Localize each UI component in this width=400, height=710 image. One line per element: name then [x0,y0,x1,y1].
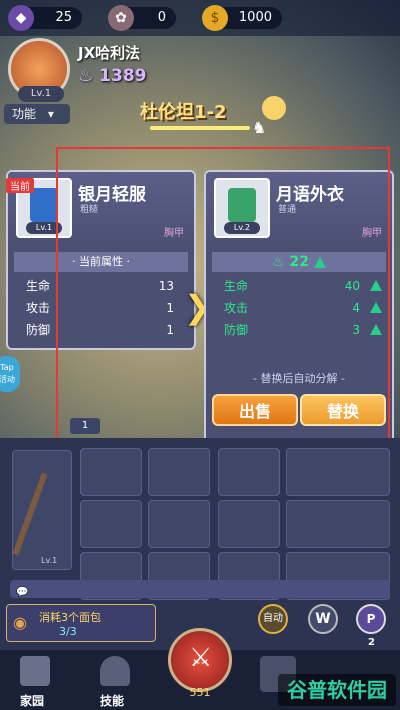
staff-icon [12,472,48,556]
pet-slot[interactable] [286,500,390,548]
hat-slot[interactable] [286,448,390,496]
chest-slot[interactable] [80,500,142,548]
weapon-slot[interactable]: Lv.1 [12,450,72,570]
bread-icon: ◉ [13,613,27,632]
highlight-frame [56,147,390,465]
tap-label: Tap [0,363,14,372]
quest-progress: 3/3 [59,625,77,638]
stage-progress [150,126,250,130]
gloves-slot[interactable] [148,500,210,548]
chevron-down-icon: ▾ [47,107,54,121]
player-level: Lv.1 [18,86,64,102]
hood-icon [100,656,130,686]
tap-event-button[interactable]: Tap 活动 [0,356,20,392]
stage-boss-icon: ♞ [252,118,267,137]
fight-count: 551 [168,686,232,699]
function-menu-button[interactable]: 功能 ▾ [4,104,70,124]
ring-slot[interactable] [218,448,280,496]
gem-counter[interactable]: ◆ 25 [8,5,82,31]
chat-bar[interactable]: 💬 [10,580,390,598]
sun-icon[interactable] [262,96,286,120]
flower-counter[interactable]: ✿ 0 [108,5,176,31]
chat-icon: 💬 [16,587,29,598]
p-icon: P [366,612,376,626]
stat-label: 生命 [26,279,51,293]
quest-title: 消耗3个面包 [39,611,101,624]
helmet-slot[interactable] [80,448,142,496]
w-button[interactable]: W [308,604,338,634]
quest-box[interactable]: ◉ 消耗3个面包 3/3 [6,604,156,642]
flower-icon: ✿ [108,5,134,31]
player-power: ♨ 1389 [78,66,147,86]
nav-skills-label: 技能 [100,694,125,708]
offhand-slot[interactable] [218,500,280,548]
stage-title: 杜伦坦1-2 [140,102,227,123]
robe-icon [30,188,58,222]
auto-button[interactable]: 自动 [258,604,288,634]
nav-home-label: 家园 [20,694,45,708]
function-label: 功能 [12,107,37,121]
tap-sublabel: 活动 [0,375,15,384]
current-badge: 当前 [6,178,34,193]
amulet-slot[interactable] [148,448,210,496]
house-icon [20,656,50,686]
stat-label: 防御 [26,323,51,337]
resource-bar: ◆ 25 ✿ 0 $ 1000 [0,0,400,36]
nav-skills[interactable]: 技能 [90,652,140,708]
weapon-level: Lv.1 [41,556,58,565]
coin-icon: $ [202,5,228,31]
fight-count-value: 551 [189,686,211,699]
fight-button[interactable]: ⚔ [168,628,232,692]
gem-icon: ◆ [8,5,34,31]
coin-counter[interactable]: $ 1000 [202,5,282,31]
gem-count: 25 [55,10,72,25]
p-button[interactable]: P 2 [356,604,386,648]
auto-label: 自动 [263,613,283,624]
player-name: JX哈利法 [78,44,141,62]
w-label: W [315,611,331,627]
stat-label: 攻击 [26,301,51,315]
watermark: 谷普软件园 [278,674,396,706]
nav-home[interactable]: 家园 [10,652,60,708]
power-icon: ♨ [78,66,94,86]
power-value: 1389 [99,66,147,86]
flower-count: 0 [157,10,166,25]
coin-count: 1000 [238,10,272,25]
sword-icon: ⚔ [189,643,213,673]
